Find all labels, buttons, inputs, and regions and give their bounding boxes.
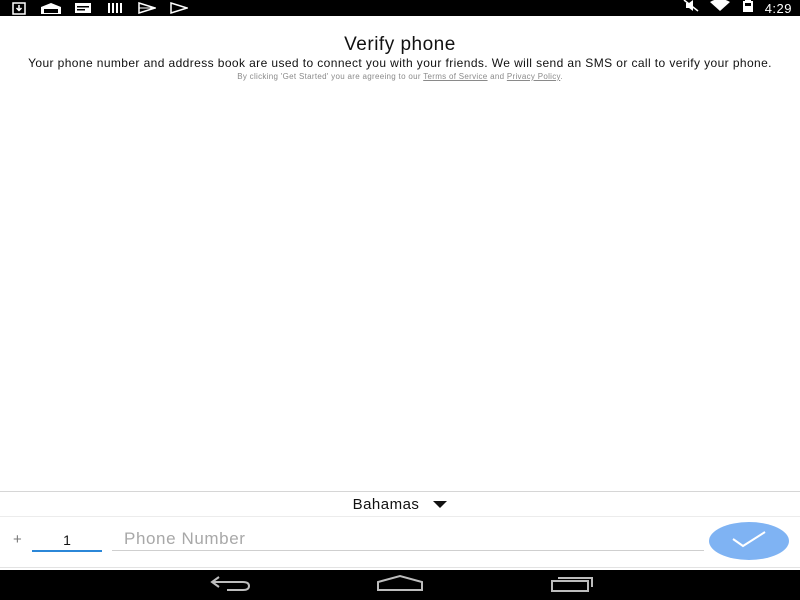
navigation-bar (0, 570, 800, 600)
mute-icon (683, 0, 699, 17)
terms-and: and (487, 72, 507, 81)
play-store-icon-2 (168, 1, 190, 15)
divider (0, 567, 800, 568)
back-icon (207, 574, 253, 597)
status-bar: 4:29 (0, 0, 800, 16)
country-selector[interactable]: Bahamas (0, 492, 800, 516)
message-icon (72, 1, 94, 15)
home-button[interactable] (372, 574, 428, 596)
dropdown-arrow-icon (433, 500, 448, 508)
terms-suffix: . (560, 72, 563, 81)
wifi-icon (709, 0, 731, 17)
terms-prefix: By clicking 'Get Started' you are agreei… (237, 72, 424, 81)
description-text: Your phone number and address book are u… (28, 56, 772, 70)
plus-sign: + (13, 531, 22, 548)
verify-header: Verify phone Your phone number and addre… (0, 16, 800, 81)
divider (0, 516, 800, 517)
submit-button[interactable] (709, 522, 789, 560)
status-time: 4:29 (764, 0, 792, 16)
screen: 4:29 Verify phone Your phone number and … (0, 0, 800, 600)
back-button[interactable] (202, 574, 258, 596)
privacy-policy-link[interactable]: Privacy Policy (507, 72, 560, 81)
recents-button[interactable] (544, 574, 600, 596)
status-bar-notifications (8, 1, 190, 15)
status-bar-system: 4:29 (683, 0, 792, 16)
barcode-icon (104, 1, 126, 15)
phone-number-input[interactable] (112, 528, 704, 551)
download-icon (8, 1, 30, 15)
country-name: Bahamas (352, 495, 420, 513)
terms-text: By clicking 'Get Started' you are agreei… (0, 72, 800, 81)
checkmark-icon (731, 530, 767, 553)
photo-icon (40, 1, 62, 15)
country-code-input[interactable] (32, 530, 102, 552)
battery-icon (741, 0, 755, 17)
page-title: Verify phone (344, 34, 456, 55)
recents-icon (548, 574, 596, 597)
play-store-icon (136, 1, 158, 15)
home-icon (375, 574, 425, 597)
terms-of-service-link[interactable]: Terms of Service (423, 72, 487, 81)
